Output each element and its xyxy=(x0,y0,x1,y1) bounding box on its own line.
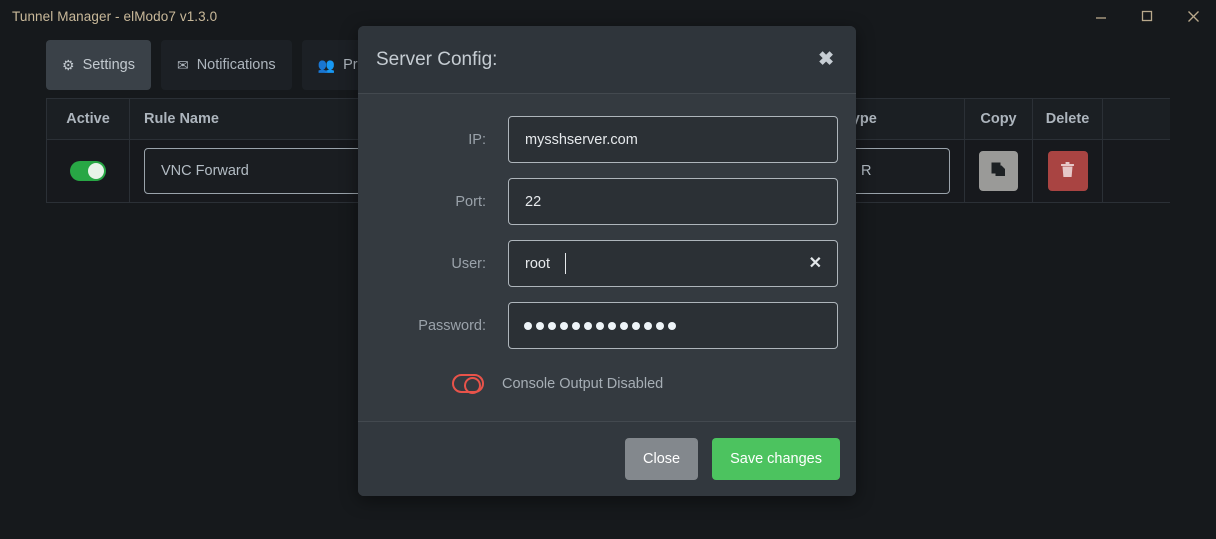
type-input[interactable] xyxy=(844,148,950,194)
column-header-copy: Copy xyxy=(965,99,1033,139)
rule-name-input[interactable] xyxy=(144,148,385,194)
field-row-password: Password: xyxy=(376,302,838,349)
close-icon[interactable] xyxy=(1170,0,1216,32)
password-input[interactable] xyxy=(508,302,838,349)
text-caret xyxy=(565,253,566,274)
toolbar-button-label: Notifications xyxy=(196,57,276,73)
toolbar-button-label: Settings xyxy=(82,57,135,73)
cell-active xyxy=(46,140,130,202)
user-input[interactable] xyxy=(508,240,838,287)
port-label: Port: xyxy=(455,193,486,210)
cell-delete xyxy=(1033,140,1103,202)
window-controls xyxy=(1078,0,1216,32)
console-output-label: Console Output Disabled xyxy=(502,375,664,392)
user-field-wrap: ✕ xyxy=(508,240,838,287)
field-row-user: User: ✕ xyxy=(376,240,838,287)
toolbar-button-settings[interactable]: ⚙ Settings xyxy=(46,40,151,90)
modal-footer: Close Save changes xyxy=(358,421,856,496)
delete-button[interactable] xyxy=(1047,151,1088,191)
minimize-icon[interactable] xyxy=(1078,0,1124,32)
copy-icon xyxy=(990,161,1007,181)
save-changes-button[interactable]: Save changes xyxy=(712,438,840,480)
users-icon: 👥 xyxy=(317,57,336,73)
field-row-port: Port: xyxy=(376,178,838,225)
modal-close-icon[interactable]: ✖ xyxy=(814,44,838,75)
column-header-active: Active xyxy=(46,99,130,139)
window-title: Tunnel Manager - elModo7 v1.3.0 xyxy=(12,8,218,24)
port-field-wrap xyxy=(508,178,838,225)
copy-button[interactable] xyxy=(979,151,1018,191)
ip-label: IP: xyxy=(468,131,486,148)
port-input[interactable] xyxy=(508,178,838,225)
ip-field-wrap xyxy=(508,116,838,163)
console-output-toggle[interactable] xyxy=(452,374,484,394)
cell-copy xyxy=(965,140,1033,202)
trash-icon xyxy=(1060,161,1075,181)
modal-body: IP: Port: User: ✕ Password: xyxy=(358,94,856,421)
field-row-ip: IP: xyxy=(376,116,838,163)
modal-title: Server Config: xyxy=(376,48,498,70)
toolbar-button-notifications[interactable]: ✉ Notifications xyxy=(160,40,292,90)
clear-user-icon[interactable]: ✕ xyxy=(805,252,826,276)
close-button[interactable]: Close xyxy=(625,438,699,480)
maximize-icon[interactable] xyxy=(1124,0,1170,32)
ip-input[interactable] xyxy=(508,116,838,163)
user-label: User: xyxy=(451,255,486,272)
console-output-row: Console Output Disabled xyxy=(376,364,838,394)
modal-header: Server Config: ✖ xyxy=(358,26,856,94)
password-field-wrap xyxy=(508,302,838,349)
envelope-icon: ✉ xyxy=(176,57,189,73)
gear-icon: ⚙ xyxy=(62,57,75,73)
server-config-modal: Server Config: ✖ IP: Port: User: ✕ Passw xyxy=(358,26,856,496)
column-header-delete: Delete xyxy=(1033,99,1103,139)
password-label: Password: xyxy=(418,317,486,334)
active-toggle[interactable] xyxy=(70,161,106,181)
